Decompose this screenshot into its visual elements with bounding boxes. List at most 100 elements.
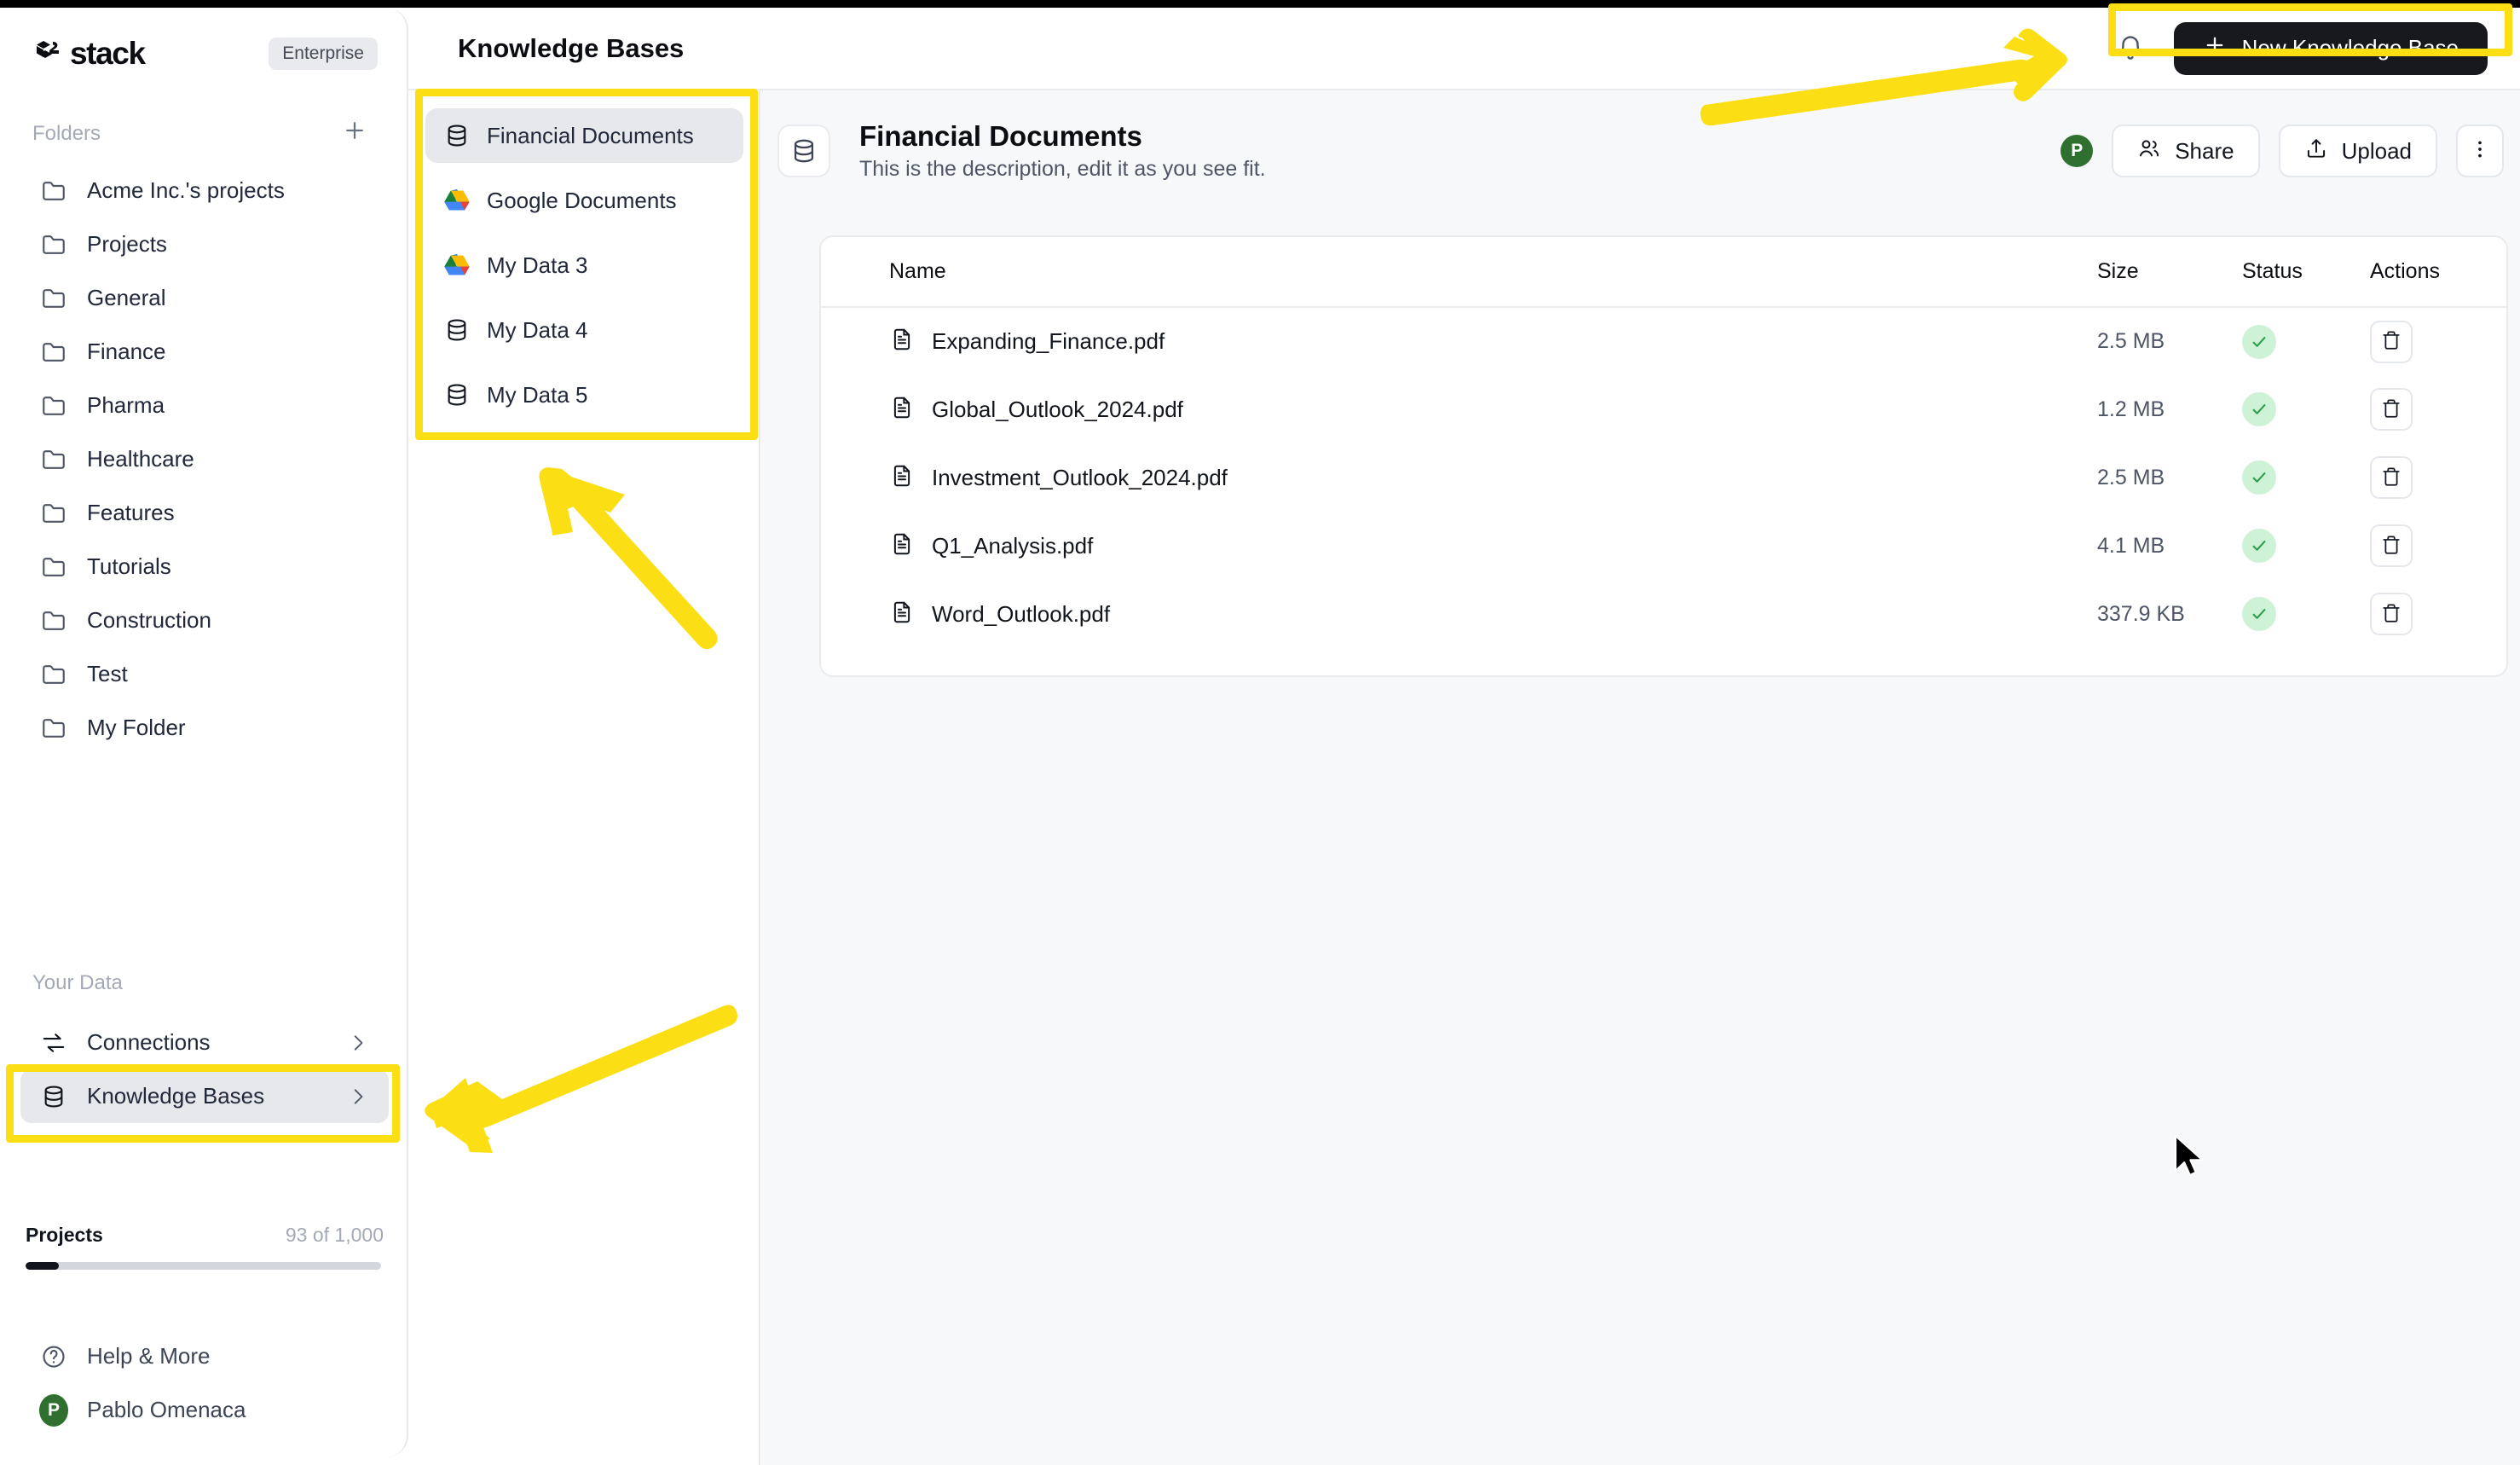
sidebar-item-label: Connections — [87, 1029, 211, 1055]
file-name[interactable]: Word_Outlook.pdf — [932, 601, 1110, 628]
folder-icon — [39, 499, 68, 528]
bell-icon[interactable] — [2111, 29, 2150, 68]
plus-icon — [2203, 33, 2227, 63]
database-icon — [442, 121, 471, 150]
sidebar-folder-label: Projects — [87, 231, 167, 257]
knowledge-base-description[interactable]: This is the description, edit it as you … — [859, 157, 1266, 182]
delete-file-button[interactable] — [2370, 524, 2413, 567]
sidebar-folder-item[interactable]: General — [20, 271, 389, 325]
user-name-label: Pablo Omenaca — [87, 1397, 246, 1422]
folder-icon — [39, 714, 68, 743]
sidebar-folder-item[interactable]: Finance — [20, 325, 389, 379]
top-black-strip — [0, 0, 2520, 8]
new-knowledge-base-button[interactable]: New Knowledge Base — [2173, 21, 2488, 75]
sidebar-folder-item[interactable]: My Folder — [20, 701, 389, 755]
folder-icon — [39, 177, 68, 206]
sidebar-folder-item[interactable]: Pharma — [20, 379, 389, 432]
stack-cubes-icon — [32, 38, 63, 69]
usage-count: 93 of 1,000 — [285, 1224, 384, 1246]
usage-title: Projects — [26, 1224, 103, 1246]
brand-row: stack Enterprise — [32, 30, 378, 78]
file-actions-cell — [2370, 443, 2506, 512]
knowledge-base-list-item[interactable]: My Data 5 — [425, 368, 743, 422]
file-name[interactable]: Investment_Outlook_2024.pdf — [932, 465, 1228, 491]
folder-icon — [39, 606, 68, 635]
folder-icon — [39, 284, 68, 313]
table-row[interactable]: Global_Outlook_2024.pdf 1.2 MB — [821, 375, 2506, 443]
file-actions-cell — [2370, 512, 2506, 580]
delete-file-button[interactable] — [2370, 388, 2413, 431]
table-row[interactable]: Investment_Outlook_2024.pdf 2.5 MB — [821, 443, 2506, 512]
file-size: 337.9 KB — [2097, 601, 2185, 626]
knowledge-base-list-item[interactable]: My Data 4 — [425, 303, 743, 357]
delete-file-button[interactable] — [2370, 456, 2413, 499]
chevron-right-icon[interactable] — [346, 1031, 370, 1055]
plan-badge: Enterprise — [269, 38, 378, 70]
left-sidebar: stack Enterprise Folders Acme Inc.'s pro… — [0, 8, 408, 1457]
google-drive-icon — [442, 251, 471, 280]
more-options-button[interactable] — [2456, 124, 2504, 177]
files-table: Name Size Status Actions Expanding_Finan… — [821, 237, 2506, 648]
sidebar-item-connections[interactable]: Connections — [20, 1016, 389, 1069]
sidebar-item-knowledge-bases[interactable]: Knowledge Bases — [20, 1069, 389, 1123]
brand-name: stack — [70, 36, 146, 71]
sidebar-folder-item[interactable]: Acme Inc.'s projects — [20, 164, 389, 217]
plus-icon[interactable] — [339, 115, 370, 146]
document-icon — [889, 463, 915, 493]
sidebar-folder-item[interactable]: Construction — [20, 594, 389, 647]
sidebar-item-user-profile[interactable]: P Pablo Omenaca — [20, 1383, 389, 1437]
sidebar-folder-item[interactable]: Tutorials — [20, 540, 389, 594]
knowledge-base-list-item[interactable]: My Data 3 — [425, 238, 743, 292]
sidebar-folder-item[interactable]: Healthcare — [20, 432, 389, 486]
knowledge-base-list-panel: Financial Documents Google Documents My Da… — [410, 90, 760, 1465]
column-header-size: Size — [2097, 237, 2242, 308]
transfer-arrows-icon — [39, 1028, 68, 1057]
status-badge — [2242, 392, 2276, 426]
folders-nav-list: Acme Inc.'s projects Projects General Finan… — [20, 164, 389, 755]
delete-file-button[interactable] — [2370, 320, 2413, 363]
delete-file-button[interactable] — [2370, 593, 2413, 635]
usage-progress-track — [26, 1262, 381, 1270]
sidebar-folder-item[interactable]: Test — [20, 647, 389, 701]
file-status-cell — [2242, 307, 2370, 375]
question-circle-icon — [39, 1342, 68, 1371]
topbar-actions: New Knowledge Base — [2111, 21, 2520, 75]
database-icon — [442, 380, 471, 409]
document-icon — [889, 531, 915, 561]
sidebar-folder-item[interactable]: Features — [20, 486, 389, 540]
status-badge — [2242, 529, 2276, 563]
knowledge-base-list-item[interactable]: Google Documents — [425, 173, 743, 228]
file-size: 1.2 MB — [2097, 397, 2165, 421]
table-row[interactable]: Expanding_Finance.pdf 2.5 MB — [821, 307, 2506, 375]
chevron-right-icon[interactable] — [346, 1085, 370, 1109]
table-row[interactable]: Q1_Analysis.pdf 4.1 MB — [821, 512, 2506, 580]
collaborator-avatar[interactable]: P — [2061, 135, 2094, 167]
upload-button[interactable]: Upload — [2278, 124, 2437, 177]
folder-icon — [39, 391, 68, 420]
trash-icon — [2380, 534, 2402, 559]
trash-icon — [2380, 466, 2402, 490]
page-title: Knowledge Bases — [458, 32, 685, 63]
table-row[interactable]: Word_Outlook.pdf 337.9 KB — [821, 580, 2506, 648]
sidebar-folder-label: Pharma — [87, 392, 165, 418]
document-icon — [889, 599, 915, 629]
file-name[interactable]: Expanding_Finance.pdf — [932, 328, 1165, 355]
brand[interactable]: stack — [32, 36, 146, 72]
your-data-nav-list: Connections Knowledge Bases — [20, 1016, 389, 1123]
file-name[interactable]: Global_Outlook_2024.pdf — [932, 397, 1183, 423]
file-actions-cell — [2370, 580, 2506, 648]
page-topbar: Knowledge Bases New Knowledge Base — [408, 8, 2520, 90]
users-icon — [2137, 136, 2161, 166]
sidebar-folder-item[interactable]: Projects — [20, 217, 389, 271]
knowledge-base-item-label: Financial Documents — [487, 122, 694, 148]
your-data-section-label: Your Data — [32, 971, 123, 994]
share-button[interactable]: Share — [2112, 124, 2260, 177]
upload-label: Upload — [2341, 137, 2412, 164]
file-size-cell: 1.2 MB — [2097, 375, 2242, 443]
file-name[interactable]: Q1_Analysis.pdf — [932, 533, 1093, 559]
sidebar-folder-label: Healthcare — [87, 446, 194, 472]
file-size: 4.1 MB — [2097, 533, 2165, 558]
knowledge-base-list-item[interactable]: Financial Documents — [425, 108, 743, 163]
sidebar-item-help-and-more[interactable]: Help & More — [20, 1329, 389, 1383]
folder-icon — [39, 445, 68, 474]
